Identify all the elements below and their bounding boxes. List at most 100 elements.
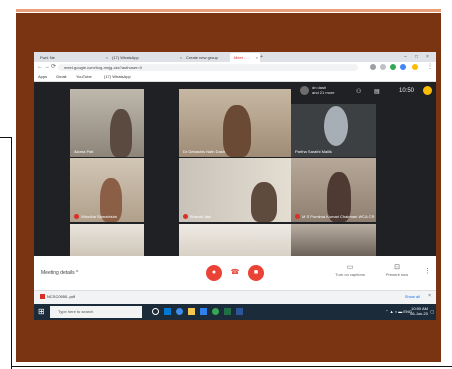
participant-tile[interactable]: Bharati Jani xyxy=(179,158,291,222)
back-icon[interactable]: ← xyxy=(37,63,43,72)
participant-video xyxy=(251,182,277,222)
word-icon[interactable] xyxy=(236,308,243,315)
extension-icon[interactable] xyxy=(390,64,396,70)
chevron-up-icon: ^ xyxy=(76,270,79,276)
participant-tile[interactable]: Partha Sarathi Mallik xyxy=(291,104,376,157)
captions-icon: ▭ xyxy=(346,264,354,271)
minimize-icon[interactable]: – xyxy=(404,52,407,62)
close-window-icon[interactable]: × xyxy=(426,52,429,62)
excel-icon[interactable] xyxy=(224,308,231,315)
address-bar[interactable]: meet.google.com/hxg-mnjg-cks?authuser=0 xyxy=(58,64,358,71)
participant-name: Bharati Jani xyxy=(183,214,211,219)
avatar xyxy=(300,86,309,95)
participant-name: M S Purnima Kumari Chairman WCA CR xyxy=(295,214,374,219)
star-icon[interactable] xyxy=(380,64,386,70)
mic-off-icon xyxy=(74,214,79,219)
video-background xyxy=(70,89,144,157)
system-tray-icons[interactable]: ⌃ ▲ ◖ ▬ ENG xyxy=(385,309,412,314)
video-background xyxy=(70,224,144,256)
participant-tile[interactable] xyxy=(179,224,291,256)
avatar[interactable] xyxy=(423,86,432,95)
video-background xyxy=(291,224,376,256)
participant-name: Aloma Pati xyxy=(74,149,94,154)
page-frame-top-tick xyxy=(0,137,12,138)
frame-top-border xyxy=(16,9,441,12)
participant-tile[interactable]: M S Purnima Kumari Chairman WCA CR xyxy=(291,158,376,222)
folder-icon[interactable] xyxy=(188,308,195,315)
taskbar-clock[interactable]: 10:50 AM 06-Jun-20 xyxy=(410,306,428,316)
extension-icon[interactable] xyxy=(400,64,406,70)
close-icon[interactable]: × xyxy=(428,293,431,299)
tab-label: Fwd: Ne xyxy=(40,55,55,60)
mic-off-icon: ● xyxy=(211,269,217,276)
mic-off-icon xyxy=(295,214,300,219)
participant-name: Nihodha Samatrishn xyxy=(74,214,117,219)
microphone-button[interactable]: ● xyxy=(206,265,222,281)
captions-button[interactable]: ▭ Turn on captions xyxy=(330,263,370,277)
store-icon[interactable] xyxy=(164,308,171,315)
hangup-icon: ☎ xyxy=(230,269,240,276)
screenshot: Fwd: Ne × (17) WhatsApp × Create new group… xyxy=(34,52,436,320)
notifications-icon[interactable]: ▢ xyxy=(430,309,434,314)
edge-icon[interactable] xyxy=(176,308,183,315)
url-text: meet.google.com/hxg-mnjg-cks?authuser=0 xyxy=(64,65,142,70)
participant-video xyxy=(110,109,132,157)
windows-taskbar: ⊞ Type here to search ⌃ ▲ ◖ ▬ ENG 10:50 … xyxy=(34,304,436,320)
profile-avatar[interactable] xyxy=(412,64,418,70)
task-view-icon[interactable] xyxy=(152,308,159,315)
participants-icon[interactable]: ⚇ xyxy=(356,88,361,95)
more-options-icon[interactable]: ⋮ xyxy=(424,267,431,275)
participant-tile[interactable]: Aloma Pati xyxy=(70,89,144,157)
meeting-details-button[interactable]: Meeting details ^ xyxy=(41,270,78,276)
bookmark-apps[interactable]: Apps xyxy=(38,73,47,81)
participant-name: Dr Debashis Nath Dash xyxy=(183,149,226,154)
camera-button[interactable]: ■ xyxy=(248,265,264,281)
video-background xyxy=(179,224,291,256)
download-item[interactable]: NCSC0950..pdf xyxy=(40,294,75,300)
close-icon[interactable]: × xyxy=(256,53,258,62)
chrome-icon[interactable] xyxy=(212,308,219,315)
address-toolbar: ← → ⟳ meet.google.com/hxg-mnjg-cks?authu… xyxy=(34,62,436,73)
browser-tab-1[interactable]: Fwd: Ne × xyxy=(36,53,110,62)
participant-video xyxy=(324,106,348,146)
participant-tile[interactable]: Nihodha Samatrishn xyxy=(70,158,144,222)
show-all-link[interactable]: Show all xyxy=(405,294,420,299)
meet-video-area: Aloma Pati Dr Debashis Nath Dash Partha … xyxy=(34,82,436,256)
end-call-button[interactable]: ☎ xyxy=(227,265,243,281)
tab-label: Create new group xyxy=(186,55,218,60)
maximize-icon[interactable]: □ xyxy=(415,52,418,62)
tab-label: Meet - ... xyxy=(234,55,250,60)
participant-video xyxy=(223,105,251,157)
tab-label: (17) WhatsApp xyxy=(112,55,139,60)
bookmark-youtube[interactable]: YouTube xyxy=(76,73,92,81)
page-frame-bottom-line xyxy=(11,366,452,367)
taskbar-search[interactable]: Type here to search xyxy=(50,306,142,318)
present-icon: ⊡ xyxy=(394,264,400,271)
participant-tile[interactable] xyxy=(291,224,376,256)
extension-icon[interactable] xyxy=(370,64,376,70)
present-now-button[interactable]: ⊡ Present now xyxy=(377,263,417,277)
chat-icon[interactable]: ▤ xyxy=(374,88,380,95)
mail-icon[interactable] xyxy=(200,308,207,315)
bookmarks-bar: Apps Gmail YouTube (17) WhatsApp xyxy=(34,73,436,82)
meet-controls-bar: Meeting details ^ ● ☎ ■ ▭ Turn on captio… xyxy=(34,256,436,290)
others-in-call[interactable]: dn dash and 21 more xyxy=(312,85,334,95)
downloads-bar: NCSC0950..pdf Show all × xyxy=(34,290,436,304)
bookmark-gmail[interactable]: Gmail xyxy=(56,73,66,81)
browser-tab-4[interactable]: Meet - ... × xyxy=(230,53,260,62)
browser-tab-2[interactable]: (17) WhatsApp × xyxy=(108,53,184,62)
page-frame-left-line xyxy=(11,137,12,369)
forward-icon[interactable]: → xyxy=(44,63,50,72)
participant-tile[interactable] xyxy=(70,224,144,256)
bookmark-whatsapp[interactable]: (17) WhatsApp xyxy=(104,73,131,81)
new-tab-icon[interactable]: + xyxy=(260,52,263,62)
mic-off-icon xyxy=(183,214,188,219)
windows-start-icon[interactable]: ⊞ xyxy=(38,307,45,317)
browser-tab-bar: Fwd: Ne × (17) WhatsApp × Create new group… xyxy=(34,52,436,62)
participant-tile[interactable]: Dr Debashis Nath Dash xyxy=(179,89,291,157)
menu-icon[interactable]: ⋮ xyxy=(427,63,433,72)
meet-clock: 10:50 xyxy=(398,88,414,94)
pdf-icon xyxy=(40,294,45,300)
reload-icon[interactable]: ⟳ xyxy=(51,63,56,72)
meet-top-bar: dn dash and 21 more ⚇ ▤ 10:50 xyxy=(296,82,436,102)
